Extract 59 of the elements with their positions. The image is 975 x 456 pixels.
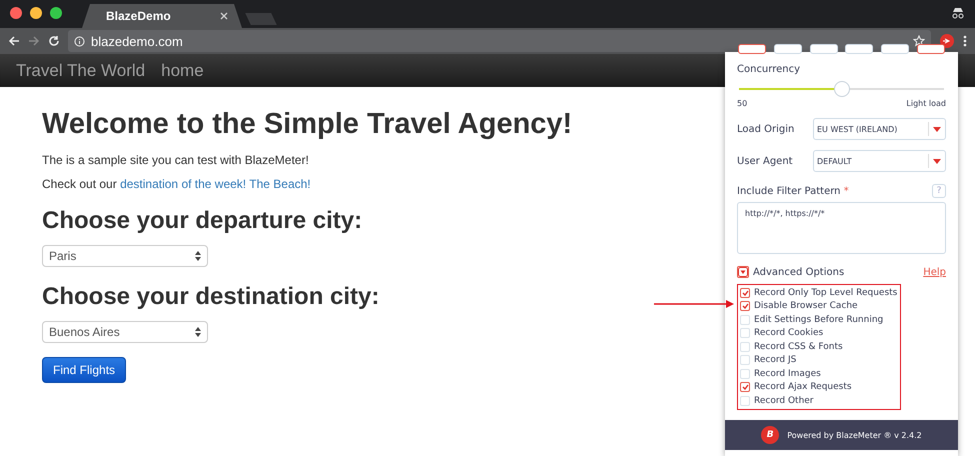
caret-icon <box>933 126 941 132</box>
expand-icon[interactable] <box>737 266 749 278</box>
maximize-window-icon[interactable] <box>50 7 62 19</box>
promo-link[interactable]: destination of the week! The Beach! <box>120 176 311 191</box>
concurrency-value: 50 <box>737 99 748 108</box>
option-label[interactable]: Edit Settings Before Running <box>754 314 884 325</box>
find-flights-button[interactable]: Find Flights <box>42 356 126 383</box>
stepper-icon <box>195 250 201 261</box>
star-icon[interactable] <box>913 35 925 47</box>
menu-icon[interactable] <box>963 35 967 47</box>
section-heading: Choose your destination city: <box>42 282 380 311</box>
close-window-icon[interactable] <box>10 7 22 19</box>
section-heading: Choose your departure city: <box>42 206 362 235</box>
help-link[interactable]: Help <box>923 266 946 278</box>
address-bar[interactable]: blazedemo.com <box>68 30 931 52</box>
close-icon[interactable] <box>220 12 228 20</box>
dropdown[interactable]: EU WEST (IRELAND) <box>813 118 946 140</box>
advanced-options-toggle[interactable]: Advanced Options <box>753 266 920 278</box>
intro-text: The is a sample site you can test with BlazeMeter! <box>42 152 309 167</box>
city-select[interactable]: Paris <box>42 244 208 267</box>
footer-text: Powered by BlazeMeter ® v 2.4.2 <box>787 430 922 440</box>
caret-icon <box>933 158 941 164</box>
option-label[interactable]: Record JS <box>754 355 796 366</box>
mode-button[interactable] <box>738 44 766 54</box>
option-label[interactable]: Record Images <box>754 368 821 379</box>
option-label[interactable]: Record CSS & Fonts <box>754 342 843 352</box>
reload-icon[interactable] <box>48 35 60 47</box>
nav-link[interactable]: home <box>161 60 204 80</box>
mode-button[interactable] <box>916 44 945 54</box>
brand-link[interactable]: Travel The World <box>16 60 146 80</box>
logo-icon: B <box>761 426 780 444</box>
dropdown[interactable]: DEFAULT <box>813 150 946 172</box>
dropdown-label: Load Origin <box>737 124 796 134</box>
checkbox[interactable] <box>740 288 750 298</box>
forward-icon[interactable] <box>28 35 40 47</box>
city-select[interactable]: Buenos Aires <box>42 320 208 343</box>
checkbox[interactable] <box>740 301 750 312</box>
back-icon[interactable] <box>8 35 20 47</box>
extension-icon[interactable] <box>939 33 955 49</box>
option-label[interactable]: Record Only Top Level Requests <box>754 288 898 298</box>
browser-tab[interactable]: BlazeDemo <box>82 4 242 28</box>
incognito-icon <box>951 7 965 19</box>
option-label[interactable]: Record Other <box>754 396 814 406</box>
concurrency-label: Concurrency <box>737 64 802 75</box>
dropdown-label: User Agent <box>737 156 794 166</box>
option-label[interactable]: Record Ajax Requests <box>754 382 852 392</box>
minimize-window-icon[interactable] <box>30 7 42 19</box>
concurrency-slider[interactable] <box>739 81 944 97</box>
load-hint: Light load <box>906 99 946 108</box>
stepper-icon <box>195 326 201 337</box>
filter-label: Include Filter Pattern * <box>737 186 849 196</box>
page-heading: Welcome to the Simple Travel Agency! <box>42 109 572 141</box>
filter-input[interactable]: http://*/*, https://*/* <box>737 202 946 254</box>
option-label[interactable]: Disable Browser Cache <box>754 301 858 312</box>
slider-thumb[interactable] <box>834 81 850 97</box>
option-label[interactable]: Record Cookies <box>754 328 824 338</box>
promo-text: Check out our <box>42 176 117 191</box>
checkbox[interactable] <box>740 382 750 392</box>
info-icon <box>74 36 85 46</box>
